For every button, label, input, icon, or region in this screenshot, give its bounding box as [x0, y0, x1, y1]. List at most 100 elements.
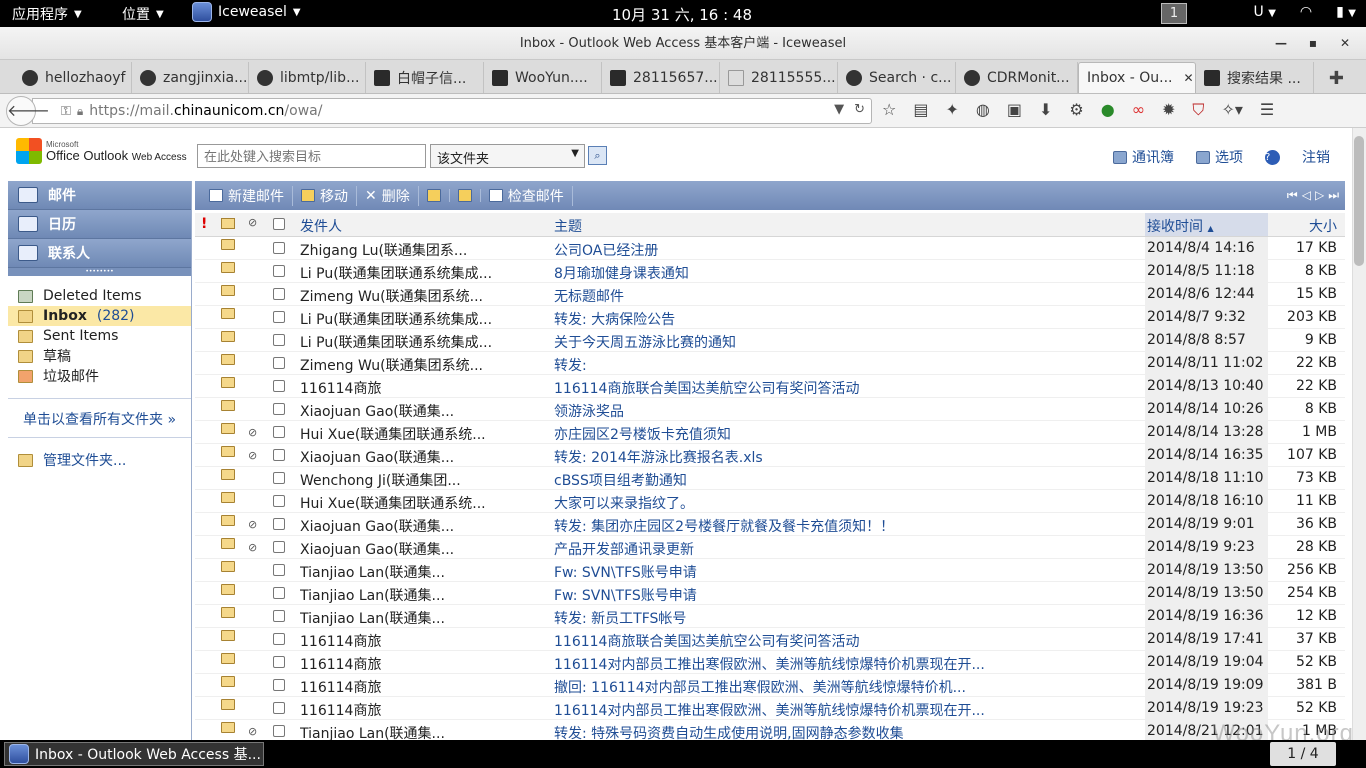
message-subject[interactable]: 转发: 2014年游泳比赛报名表.xls: [554, 447, 1134, 467]
message-subject[interactable]: 116114商旅联合美国达美航空公司有奖问答活动: [554, 378, 1134, 398]
row-checkbox[interactable]: [273, 702, 285, 714]
message-subject[interactable]: Fw: SVN\TFS账号申请: [554, 562, 1134, 582]
help-link[interactable]: ?: [1265, 147, 1280, 167]
message-row[interactable]: Zimeng Wu(联通集团系统... 无标题邮件 2014/8/6 12:44 15…: [195, 283, 1345, 306]
close-icon[interactable]: ✕: [1336, 34, 1354, 52]
page-action-icon[interactable]: ▣: [1007, 100, 1022, 120]
move-button[interactable]: 移动: [293, 185, 357, 206]
tab-wooyun[interactable]: WooYun....: [484, 62, 602, 93]
app-menu[interactable]: Iceweasel ▼: [192, 2, 301, 22]
hamburger-menu-icon[interactable]: ☰: [1260, 100, 1274, 120]
read-status-column-icon[interactable]: [221, 218, 235, 229]
row-checkbox[interactable]: [273, 265, 285, 277]
gear-icon[interactable]: ⚙: [1069, 100, 1083, 120]
workspace-pager[interactable]: 1 / 4: [1270, 742, 1336, 766]
message-row[interactable]: Tianjiao Lan(联通集... 转发: 新员工TFS帐号 2014/8/19…: [195, 605, 1345, 628]
folder-sent-items[interactable]: Sent Items: [8, 326, 191, 346]
minimize-icon[interactable]: —: [1272, 34, 1290, 52]
message-subject[interactable]: 116114商旅联合美国达美航空公司有奖问答活动: [554, 631, 1134, 651]
close-tab-icon[interactable]: ✕: [1184, 71, 1194, 85]
reload-icon[interactable]: ↻: [854, 102, 865, 117]
tab-28115555[interactable]: 28115555...: [720, 62, 838, 93]
tab-search-results[interactable]: 搜索结果 ...: [1196, 62, 1314, 93]
shield-icon[interactable]: ⛉: [1192, 100, 1204, 120]
message-row[interactable]: Hui Xue(联通集团联通系统... 大家可以来录指纹了。 2014/8/18 1…: [195, 490, 1345, 513]
row-checkbox[interactable]: [273, 541, 285, 553]
view-all-folders-link[interactable]: 单击以查看所有文件夹 »: [8, 398, 191, 438]
message-subject[interactable]: 大家可以来录指纹了。: [554, 493, 1134, 513]
workspace-indicator[interactable]: 1: [1161, 3, 1187, 24]
message-row[interactable]: Tianjiao Lan(联通集... Fw: SVN\TFS账号申请 2014/8…: [195, 582, 1345, 605]
next-page-icon[interactable]: ▷: [1315, 188, 1324, 203]
battery-icon[interactable]: ▮ ▼: [1336, 4, 1356, 20]
row-checkbox[interactable]: [273, 472, 285, 484]
message-subject[interactable]: 转发: 集团亦庄园区2号楼餐厅就餐及餐卡充值须知！！: [554, 516, 1134, 536]
search-button[interactable]: ⌕: [588, 146, 607, 165]
message-subject[interactable]: 无标题邮件: [554, 286, 1134, 306]
message-row[interactable]: 116114商旅 116114对内部员工推出寒假欧洲、美洲等航线惊爆特价机票现在开…: [195, 651, 1345, 674]
row-checkbox[interactable]: [273, 311, 285, 323]
message-subject[interactable]: Fw: SVN\TFS账号申请: [554, 585, 1134, 605]
green-dot-icon[interactable]: ●: [1101, 100, 1115, 120]
row-checkbox[interactable]: [273, 610, 285, 622]
row-checkbox[interactable]: [273, 380, 285, 392]
message-row[interactable]: 116114商旅 116114商旅联合美国达美航空公司有奖问答活动 2014/8/1…: [195, 375, 1345, 398]
tab-search[interactable]: Search · c...: [838, 62, 956, 93]
folder-junk[interactable]: 垃圾邮件: [8, 366, 191, 386]
tab-28115657[interactable]: 28115657...: [602, 62, 720, 93]
check-mail-button[interactable]: 检查邮件: [481, 185, 573, 206]
size-column-header[interactable]: 大小: [1309, 216, 1337, 236]
manage-folders-link[interactable]: 管理文件夹...: [18, 450, 126, 470]
message-row[interactable]: Xiaojuan Gao(联通集... 领游泳奖品 2014/8/14 10:26 8…: [195, 398, 1345, 421]
message-row[interactable]: ⊘ Xiaojuan Gao(联通集... 转发: 集团亦庄园区2号楼餐厅就餐及餐卡…: [195, 513, 1345, 536]
row-checkbox[interactable]: [273, 656, 285, 668]
message-subject[interactable]: 公司OA已经注册: [554, 240, 1134, 260]
applications-menu[interactable]: 应用程序 ▼: [12, 4, 82, 24]
tab-zangjinxia[interactable]: zangjinxia...: [132, 62, 249, 93]
search-scope-select[interactable]: 该文件夹 ▼: [430, 144, 585, 168]
message-row[interactable]: 116114商旅 116114商旅联合美国达美航空公司有奖问答活动 2014/8/1…: [195, 628, 1345, 651]
row-checkbox[interactable]: [273, 495, 285, 507]
module-calendar[interactable]: 日历: [8, 210, 191, 239]
clock[interactable]: 10月 31 六, 16 : 48: [612, 4, 752, 25]
message-subject[interactable]: 转发:: [554, 355, 1134, 375]
maximize-icon[interactable]: ▪: [1304, 34, 1322, 52]
row-checkbox[interactable]: [273, 426, 285, 438]
new-tab-icon[interactable]: ✚: [1329, 68, 1344, 89]
places-menu[interactable]: 位置 ▼: [122, 4, 164, 24]
row-checkbox[interactable]: [273, 242, 285, 254]
message-subject[interactable]: 116114对内部员工推出寒假欧洲、美洲等航线惊爆特价机票现在开...: [554, 654, 1134, 674]
row-checkbox[interactable]: [273, 518, 285, 530]
message-row[interactable]: Zhigang Lu(联通集团系... 公司OA已经注册 2014/8/4 14:1…: [195, 237, 1345, 260]
sender-column-header[interactable]: 发件人: [300, 216, 342, 236]
message-row[interactable]: ⊘ Hui Xue(联通集团联通系统... 亦庄园区2号楼饭卡充值须知 2014/8/…: [195, 421, 1345, 444]
message-row[interactable]: Li Pu(联通集团联通系统集成... 关于今天周五游泳比赛的通知 2014/8/8…: [195, 329, 1345, 352]
addon-puzzle-icon[interactable]: ✦: [945, 100, 958, 120]
message-row[interactable]: Li Pu(联通集团联通系统集成... 转发: 大病保险公告 2014/8/7 9:…: [195, 306, 1345, 329]
message-subject[interactable]: 116114对内部员工推出寒假欧洲、美洲等航线惊爆特价机票现在开...: [554, 700, 1134, 720]
attachment-column-icon[interactable]: ⊘: [248, 216, 257, 229]
options-link[interactable]: 选项: [1196, 147, 1243, 167]
subject-column-header[interactable]: 主题: [554, 216, 582, 236]
search-input[interactable]: [197, 144, 426, 168]
row-checkbox[interactable]: [273, 403, 285, 415]
reading-list-icon[interactable]: ▤: [913, 100, 928, 120]
message-row[interactable]: Zimeng Wu(联通集团系统... 转发: 2014/8/11 11:02 22 …: [195, 352, 1345, 375]
page-scrollbar-thumb[interactable]: [1354, 136, 1364, 266]
message-subject[interactable]: 8月瑜珈健身课表通知: [554, 263, 1134, 283]
resize-grip[interactable]: ••••••••: [8, 268, 191, 276]
module-mail[interactable]: 邮件: [8, 181, 191, 210]
prev-page-icon[interactable]: ◁: [1302, 188, 1311, 203]
folder-drafts[interactable]: 草稿: [8, 346, 191, 366]
settings-icon[interactable]: ✹: [1162, 100, 1175, 120]
message-subject[interactable]: 撤回: 116114对内部员工推出寒假欧洲、美洲等航线惊爆特价机...: [554, 677, 1134, 697]
message-subject[interactable]: 转发: 大病保险公告: [554, 309, 1134, 329]
tab-cdrmonit[interactable]: CDRMonit...: [956, 62, 1078, 93]
first-page-icon[interactable]: ⏮: [1287, 188, 1298, 203]
message-row[interactable]: ⊘ Xiaojuan Gao(联通集... 转发: 2014年游泳比赛报名表.xls…: [195, 444, 1345, 467]
message-subject[interactable]: 产品开发部通讯录更新: [554, 539, 1134, 559]
url-bar[interactable]: ⚿ 🔒︎ https://mail.chinaunicom.cn/owa/ ▼ ↻: [32, 98, 872, 124]
received-column-header[interactable]: 接收时间 ▲: [1147, 216, 1214, 236]
message-subject[interactable]: 领游泳奖品: [554, 401, 1134, 421]
message-row[interactable]: 116114商旅 116114对内部员工推出寒假欧洲、美洲等航线惊爆特价机票现在开…: [195, 697, 1345, 720]
